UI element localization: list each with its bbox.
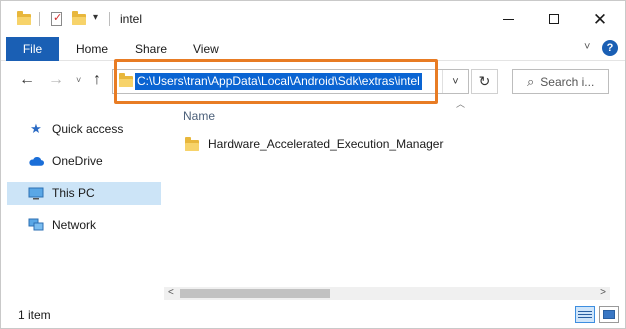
sidebar-item-label: Quick access [52,122,124,136]
properties-icon[interactable] [51,11,62,26]
window-title: intel [120,12,143,26]
navigation-pane: ★ Quick access OneDrive This PC Network [1,106,163,297]
search-placeholder: Search i... [540,74,595,89]
sidebar-item-quick-access[interactable]: ★ Quick access [7,118,161,141]
horizontal-scrollbar[interactable]: < > [164,287,610,300]
sidebar-item-network[interactable]: Network [7,214,161,237]
close-button[interactable]: ✕ [577,1,623,37]
cloud-icon [28,154,44,168]
up-button[interactable]: ↑ [93,71,101,89]
tab-view[interactable]: View [193,42,219,56]
ribbon-tabs: File Home Share View ˅ ? [1,37,625,61]
forward-button[interactable]: → [48,71,64,89]
item-count: 1 item [18,308,51,322]
divider [39,12,40,26]
folder-icon [185,136,199,151]
expand-ribbon-chevron-icon[interactable]: ˅ [584,41,590,53]
scrollbar-thumb[interactable] [180,289,330,298]
tab-share[interactable]: Share [135,42,167,56]
large-icons-view-icon[interactable] [599,306,619,323]
column-header-name[interactable]: Name [183,109,215,123]
divider [109,12,110,26]
sidebar-item-onedrive[interactable]: OneDrive [7,150,161,173]
sort-ascending-icon: ︿ [456,99,466,109]
sidebar-item-label: Network [52,218,97,232]
search-icon: ⌕ [527,73,535,89]
search-input[interactable]: ⌕ Search i... [512,69,609,94]
address-dropdown-button[interactable]: ˅ [442,70,468,93]
scroll-left-icon[interactable]: < [168,287,174,298]
maximize-button[interactable] [531,1,577,37]
title-bar: ▾ intel ✕ [1,1,625,37]
tab-file[interactable]: File [6,37,59,61]
help-icon[interactable]: ? [602,40,618,56]
maximize-icon [549,14,559,24]
sidebar-item-this-pc[interactable]: This PC [7,182,161,205]
recent-locations-dropdown[interactable]: ˅ [76,75,81,85]
tab-home[interactable]: Home [76,42,108,56]
details-view-icon[interactable] [575,306,595,323]
computer-icon [28,186,44,200]
close-icon: ✕ [592,9,608,29]
scroll-right-icon[interactable]: > [600,287,606,298]
network-icon [28,218,44,232]
new-folder-icon[interactable] [72,11,86,25]
sidebar-item-label: This PC [52,186,95,200]
sidebar-item-label: OneDrive [52,154,103,168]
status-bar: 1 item [1,301,625,328]
list-item[interactable]: Hardware_Accelerated_Execution_Manager [181,134,443,154]
minimize-button[interactable] [485,1,531,37]
minimize-icon [502,18,514,20]
file-name: Hardware_Accelerated_Execution_Manager [208,137,444,151]
customize-quick-access-icon[interactable]: ▾ [93,12,98,23]
star-icon: ★ [30,121,42,136]
file-explorer-window: ▾ intel ✕ File Home Share View ˅ ? ← → ˅… [0,0,626,329]
folder-icon[interactable] [17,11,31,25]
refresh-button[interactable]: ↻ [471,69,498,94]
address-highlight-box [114,59,438,104]
back-button[interactable]: ← [19,71,35,89]
